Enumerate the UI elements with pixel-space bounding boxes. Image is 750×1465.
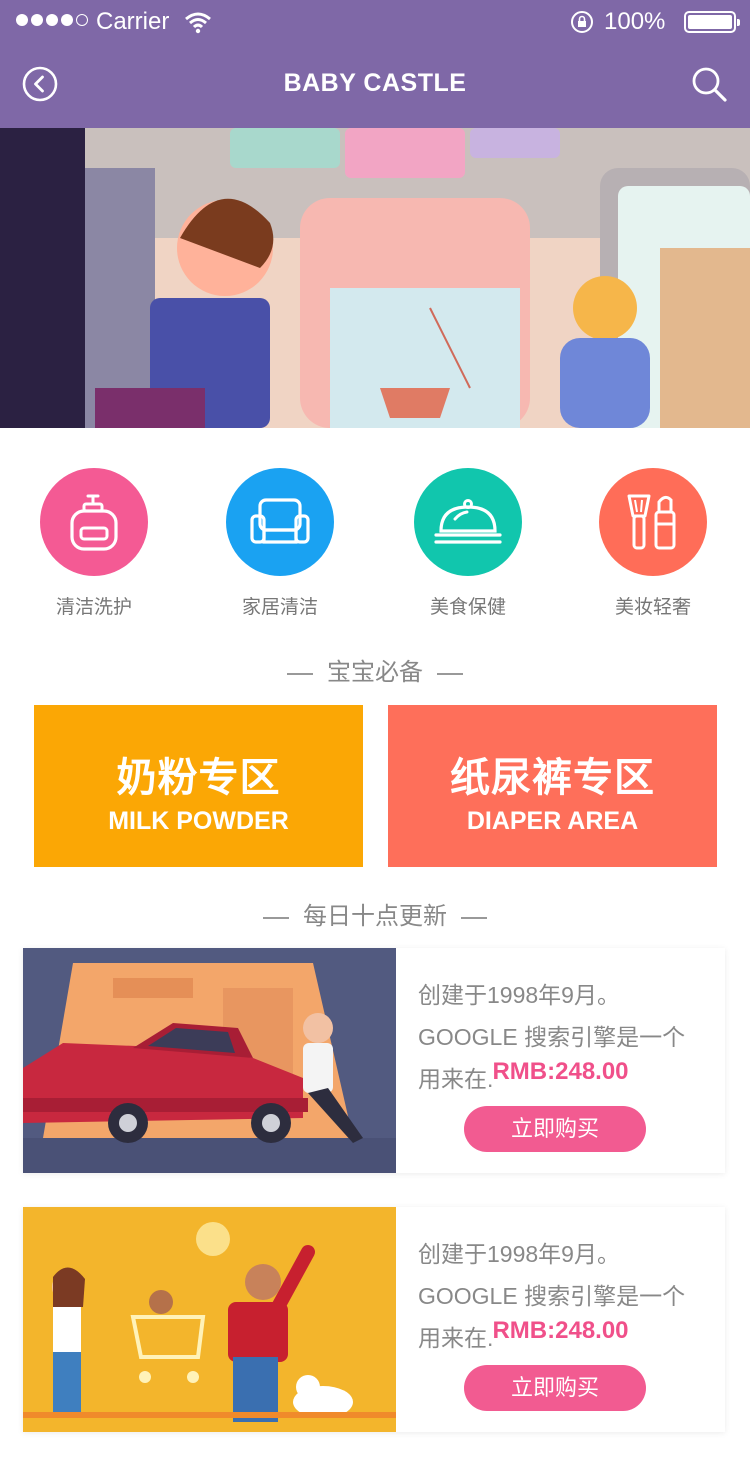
category-label: 美食保健 — [429, 597, 506, 618]
app-header: Carrier 100% BABY CASTLE — [0, 0, 750, 128]
battery-icon — [684, 11, 740, 33]
baby-bottle-icon — [40, 468, 148, 576]
category-beauty-luxury[interactable]: 美妆轻奢 — [583, 468, 723, 619]
wifi-icon — [185, 12, 211, 34]
category-food-health[interactable]: 美食保健 — [398, 468, 538, 619]
category-home-cleaning[interactable]: 家居清洁 — [210, 468, 350, 619]
food-cloche-icon — [414, 468, 522, 576]
banner-illustration — [0, 128, 750, 428]
buy-now-button[interactable]: 立即购买 — [464, 1106, 646, 1152]
product-card[interactable]: 创建于1998年9月。GOOGLE 搜索引擎是一个用来在. RMB:248.00… — [23, 948, 725, 1173]
divider — [461, 916, 487, 919]
category-cleaning-care[interactable]: 清洁洗护 — [24, 468, 164, 619]
section-heading-text: 宝宝必备 — [327, 659, 423, 686]
product-image — [23, 948, 396, 1173]
page-title: BABY CASTLE — [283, 69, 467, 97]
carrier-label: Carrier — [96, 8, 170, 35]
category-menu: 清洁洗护 家居清洁 美食保健 美妆轻奢 — [0, 468, 750, 628]
battery-percent: 100% — [604, 8, 666, 35]
milk-powder-zone-button[interactable]: 奶粉专区 MILK POWDER — [34, 705, 363, 867]
zone-title-cn: 奶粉专区 — [116, 756, 281, 800]
sofa-icon — [226, 468, 334, 576]
diaper-zone-button[interactable]: 纸尿裤专区 DIAPER AREA — [388, 705, 717, 867]
category-label: 清洁洗护 — [55, 597, 132, 618]
signal-strength-icon — [16, 14, 88, 26]
section-heading-daily: 每日十点更新 — [0, 896, 750, 931]
zone-title-en: DIAPER AREA — [466, 807, 639, 835]
category-label: 美妆轻奢 — [614, 597, 691, 618]
category-label: 家居清洁 — [241, 597, 318, 618]
hero-banner[interactable] — [0, 128, 750, 428]
section-heading-essentials: 宝宝必备 — [0, 652, 750, 687]
buy-now-button[interactable]: 立即购买 — [464, 1365, 646, 1411]
divider — [437, 672, 463, 675]
status-bar: Carrier 100% — [0, 0, 750, 44]
divider — [287, 672, 313, 675]
section-heading-text: 每日十点更新 — [303, 903, 447, 930]
makeup-icon — [599, 468, 707, 576]
divider — [263, 916, 289, 919]
product-price: RMB:248.00 — [492, 1317, 629, 1344]
zone-title-cn: 纸尿裤专区 — [450, 756, 655, 800]
product-card[interactable]: 创建于1998年9月。GOOGLE 搜索引擎是一个用来在. RMB:248.00… — [23, 1207, 725, 1432]
product-price: RMB:248.00 — [492, 1058, 629, 1085]
zone-title-en: MILK POWDER — [108, 807, 289, 835]
rotation-lock-icon — [571, 11, 593, 33]
product-image — [23, 1207, 396, 1432]
search-icon[interactable] — [690, 65, 728, 103]
